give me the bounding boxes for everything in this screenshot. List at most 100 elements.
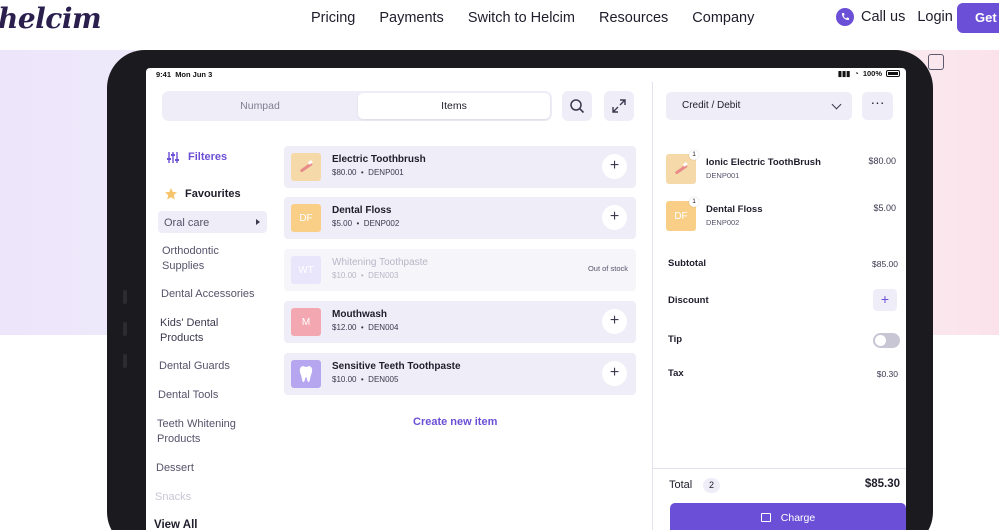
device-button — [123, 354, 127, 368]
add-discount-button[interactable]: + — [873, 289, 897, 311]
category-favourites[interactable]: Favourites — [164, 187, 241, 202]
cart-item-name: Dental Floss — [706, 204, 763, 215]
quantity-badge: 1 — [689, 197, 699, 207]
device-button — [123, 322, 127, 336]
product-meta: $12.00 • DEN004 — [332, 323, 399, 332]
product-name: Sensitive Teeth Toothpaste — [332, 361, 461, 372]
toggle-knob — [875, 335, 886, 346]
star-icon — [165, 188, 177, 200]
product-row-sensitive-toothpaste[interactable]: Sensitive Teeth Toothpaste $10.00 • DEN0… — [284, 353, 636, 395]
category-snacks[interactable]: Snacks — [155, 490, 191, 505]
call-us-link[interactable]: Call us — [861, 9, 905, 25]
status-bar-indicators: ▮▮▮ ◔ 100% — [838, 69, 900, 78]
chevron-down-icon — [831, 99, 842, 110]
total-label: Total — [669, 479, 693, 491]
panel-divider — [652, 82, 653, 530]
create-new-item-link[interactable]: Create new item — [413, 416, 497, 428]
total-bar: Total 2 $85.30 Charge — [653, 468, 906, 530]
category-dental-guards[interactable]: Dental Guards — [159, 359, 230, 374]
toothbrush-icon — [291, 153, 321, 181]
nav-payments[interactable]: Payments — [379, 10, 443, 26]
product-thumb: WT — [291, 256, 321, 284]
product-meta: $80.00 • DENP001 — [332, 168, 404, 177]
category-oral-care[interactable]: Oral care — [158, 211, 267, 233]
status-bar-time: 9:41 Mon Jun 3 — [156, 70, 213, 79]
expand-button[interactable] — [604, 91, 634, 121]
product-thumb: DF — [291, 204, 321, 232]
product-name: Dental Floss — [332, 205, 392, 216]
tab-numpad[interactable]: Numpad — [162, 91, 358, 121]
view-all-link[interactable]: View All — [154, 518, 197, 530]
pos-screen: 9:41 Mon Jun 3 ▮▮▮ ◔ 100% Numpad Items F… — [146, 68, 906, 530]
tab-items[interactable]: Items — [358, 93, 550, 119]
filters-button[interactable]: Filteres — [166, 150, 227, 165]
helcim-logo[interactable]: helcim — [0, 2, 102, 35]
product-meta: $5.00 • DENP002 — [332, 219, 400, 228]
sliders-icon — [167, 151, 179, 163]
charge-button[interactable]: Charge — [670, 503, 906, 530]
phone-icon[interactable] — [836, 8, 854, 26]
product-name: Whitening Toothpaste — [332, 257, 428, 268]
out-of-stock-label: Out of stock — [587, 264, 628, 273]
view-tabs: Numpad Items — [162, 91, 552, 121]
search-icon — [570, 99, 585, 114]
product-name: Electric Toothbrush — [332, 154, 426, 165]
device-button — [123, 290, 127, 304]
quantity-badge: 1 — [689, 150, 699, 160]
product-row-electric-toothbrush[interactable]: Electric Toothbrush $80.00 • DENP001 + — [284, 146, 636, 188]
cart-item-price: $5.00 — [873, 203, 896, 213]
product-meta: $10.00 • DEN003 — [332, 271, 399, 280]
get-started-button[interactable]: Get s — [957, 3, 999, 33]
signal-icon: ▮▮▮ — [837, 69, 851, 78]
wifi-icon: ◔ — [854, 69, 859, 78]
chevron-right-icon — [256, 219, 260, 225]
product-thumb: M — [291, 308, 321, 336]
site-header: helcim Pricing Payments Switch to Helcim… — [0, 0, 999, 50]
tooth-icon — [291, 360, 321, 388]
search-button[interactable] — [562, 91, 592, 121]
category-kids-dental[interactable]: Kids' Dental Products — [160, 316, 218, 345]
expand-icon — [612, 99, 626, 113]
product-row-mouthwash[interactable]: M Mouthwash $12.00 • DEN004 + — [284, 301, 636, 343]
payment-method-select[interactable]: Credit / Debit — [666, 92, 852, 120]
subtotal-value: $85.00 — [872, 259, 898, 269]
category-dental-tools[interactable]: Dental Tools — [158, 388, 218, 403]
product-row-dental-floss[interactable]: DF Dental Floss $5.00 • DENP002 + — [284, 197, 636, 239]
item-count-badge: 2 — [703, 478, 720, 493]
cart-item-name: Ionic Electric ToothBrush — [706, 157, 821, 168]
cart-item-price: $80.00 — [868, 156, 896, 166]
add-product-button[interactable]: + — [602, 361, 627, 386]
scan-icon[interactable] — [928, 54, 944, 70]
main-nav: Pricing Payments Switch to Helcim Resour… — [311, 10, 778, 26]
add-product-button[interactable]: + — [602, 205, 627, 230]
nav-resources[interactable]: Resources — [599, 10, 668, 26]
nav-pricing[interactable]: Pricing — [311, 10, 355, 26]
total-value: $85.30 — [864, 478, 900, 490]
product-meta: $10.00 • DEN005 — [332, 375, 399, 384]
category-teeth-whitening[interactable]: Teeth Whitening Products — [157, 417, 236, 446]
battery-icon — [886, 70, 900, 77]
product-name: Mouthwash — [332, 309, 387, 320]
cart-item-thumb: DF 1 — [666, 197, 699, 231]
add-product-button[interactable]: + — [602, 154, 627, 179]
nav-switch[interactable]: Switch to Helcim — [468, 10, 575, 26]
category-dessert[interactable]: Dessert — [156, 461, 194, 476]
cart-item-sku: DENP002 — [706, 218, 740, 227]
add-product-button[interactable]: + — [602, 309, 627, 334]
category-dental-accessories[interactable]: Dental Accessories — [161, 287, 255, 302]
discount-label: Discount — [668, 295, 709, 306]
tip-label: Tip — [668, 334, 683, 345]
more-options-button[interactable]: ··· — [862, 92, 893, 120]
tax-value: $0.30 — [876, 369, 898, 379]
tax-label: Tax — [668, 368, 684, 379]
nav-actions: Call us Login — [836, 8, 967, 26]
subtotal-label: Subtotal — [668, 258, 706, 269]
product-row-whitening-toothpaste: WT Whitening Toothpaste $10.00 • DEN003 … — [284, 249, 636, 291]
toothbrush-icon: 1 — [666, 150, 699, 184]
cart-item-sku: DENP001 — [706, 171, 740, 180]
nav-company[interactable]: Company — [692, 10, 754, 26]
terminal-icon — [760, 513, 771, 522]
login-link[interactable]: Login — [917, 9, 952, 25]
tip-toggle[interactable] — [873, 333, 900, 348]
category-orthodontic[interactable]: Orthodontic Supplies — [162, 244, 219, 273]
